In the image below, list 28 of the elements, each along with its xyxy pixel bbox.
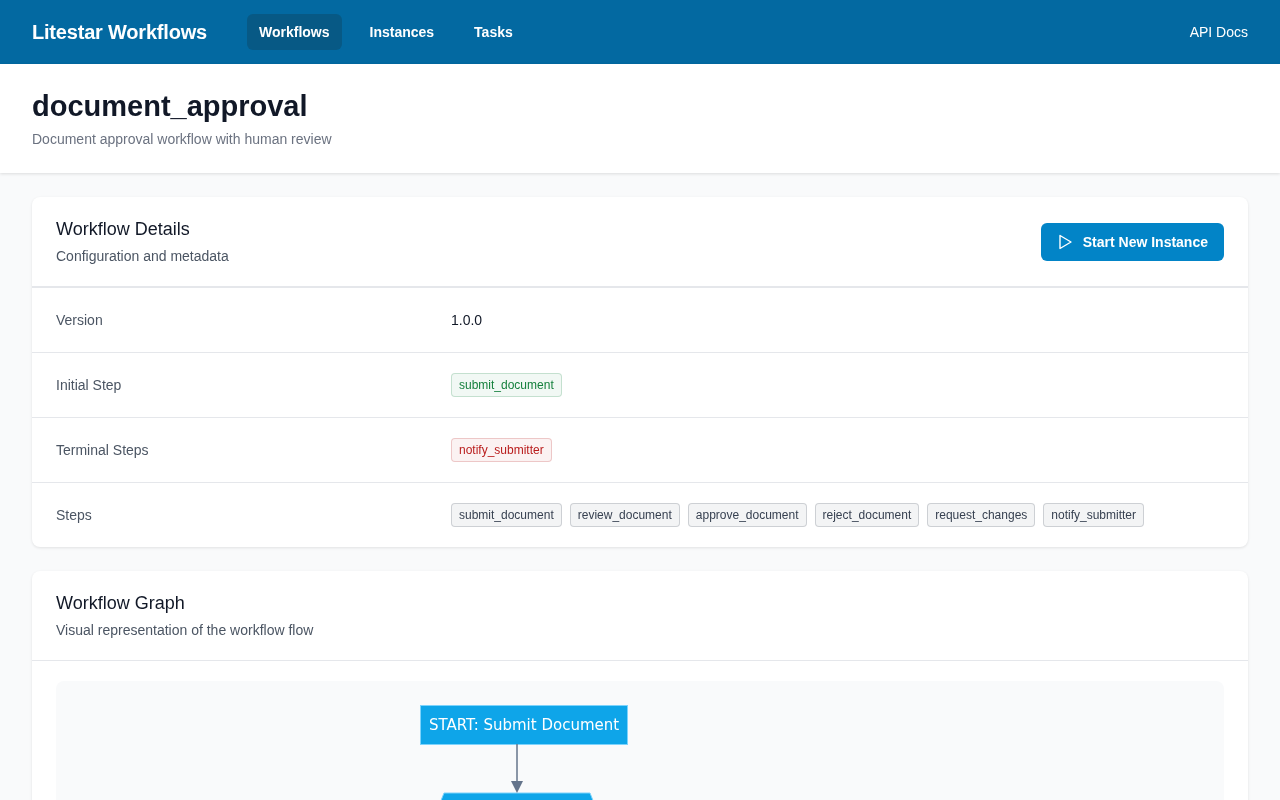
step-tag: submit_document xyxy=(451,503,562,527)
field-label: Version xyxy=(56,312,104,328)
card-title: Workflow Graph xyxy=(56,593,186,614)
step-tag: submit_document xyxy=(451,373,562,397)
field-label: Initial Step xyxy=(56,377,123,393)
play-icon xyxy=(1056,233,1073,250)
flow-arrow xyxy=(511,744,523,793)
nav-tab[interactable]: Tasks xyxy=(462,14,525,50)
step-tag: notify_submitter xyxy=(1043,503,1145,527)
page-subtitle: Document approval workflow with human review xyxy=(32,131,333,147)
api-docs-link[interactable]: API Docs xyxy=(1189,24,1248,40)
field-label: Terminal Steps xyxy=(56,442,150,458)
card-subtitle: Visual representation of the workflow flow xyxy=(56,622,314,638)
step-tag: notify_submitter xyxy=(451,438,552,462)
step-tag: review_document xyxy=(569,503,680,527)
page-title: document_approval xyxy=(32,90,309,123)
flow-node: START: Submit Document xyxy=(420,705,629,745)
field-value: 1.0.0 xyxy=(451,312,484,328)
field-label: Steps xyxy=(56,507,93,523)
step-tag: approve_document xyxy=(687,503,807,527)
card-subtitle: Configuration and metadata xyxy=(56,248,229,264)
brand-name: Litestar Workflows xyxy=(32,20,207,44)
card-title: Workflow Details xyxy=(56,219,191,240)
nav-tab[interactable]: Workflows xyxy=(246,14,342,50)
nav-tab[interactable]: Instances xyxy=(357,14,447,50)
start-instance-button[interactable]: Start New Instance xyxy=(1040,222,1224,261)
step-tag: reject_document xyxy=(814,503,920,527)
step-tag: request_changes xyxy=(927,503,1036,527)
